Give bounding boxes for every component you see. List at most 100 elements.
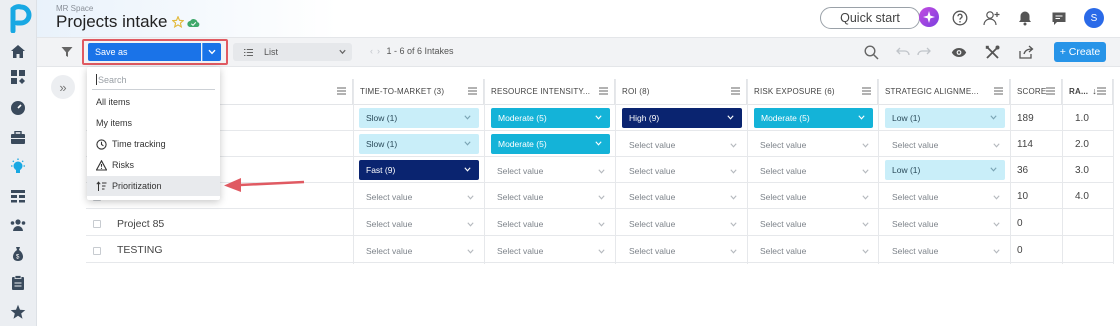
select-value-placeholder[interactable]: Select value: [629, 140, 675, 150]
strategic-alignment-value[interactable]: Low (1): [885, 108, 1005, 128]
score-value: 10: [1017, 191, 1029, 202]
column-header-roi[interactable]: ROI (8): [615, 79, 747, 105]
time-to-market-value[interactable]: Slow (1): [359, 108, 479, 128]
table-icon[interactable]: [8, 186, 28, 206]
add-user-icon[interactable]: [982, 8, 1002, 28]
pagination: ‹ › 1 - 6 of 6 Intakes: [370, 46, 454, 56]
select-value-placeholder[interactable]: Select value: [366, 192, 412, 202]
people-icon[interactable]: [8, 215, 28, 235]
roi-value[interactable]: High (9): [622, 108, 742, 128]
home-icon[interactable]: [8, 41, 28, 61]
save-as-dropdown-menu: Search All items My items Time tracking …: [87, 67, 220, 200]
select-value-placeholder[interactable]: Select value: [892, 140, 938, 150]
eye-icon[interactable]: [951, 44, 967, 60]
select-value-placeholder[interactable]: Select value: [366, 246, 412, 256]
column-menu-icon[interactable]: [994, 87, 1003, 95]
search-icon[interactable]: [863, 44, 879, 60]
column-header-rank[interactable]: RA... ↓: [1062, 79, 1113, 105]
column-menu-icon[interactable]: [1097, 87, 1106, 95]
next-page-chevron-icon[interactable]: ›: [377, 46, 380, 56]
select-value-placeholder[interactable]: Select value: [497, 192, 543, 202]
view-option-risks[interactable]: Risks: [87, 155, 220, 175]
view-option-my-items[interactable]: My items: [87, 113, 220, 133]
select-value-placeholder[interactable]: Select value: [497, 219, 543, 229]
clipboard-icon[interactable]: [8, 273, 28, 293]
view-option-all-items[interactable]: All items: [87, 92, 220, 112]
select-value-placeholder[interactable]: Select value: [629, 192, 675, 202]
row-checkbox[interactable]: [93, 220, 101, 228]
view-option-time-tracking[interactable]: Time tracking: [87, 134, 220, 154]
select-value-placeholder[interactable]: Select value: [629, 246, 675, 256]
redo-icon[interactable]: [916, 44, 932, 60]
quick-start-button[interactable]: Quick start: [820, 7, 920, 29]
select-value-placeholder[interactable]: Select value: [760, 246, 806, 256]
money-bag-icon[interactable]: $: [8, 244, 28, 264]
view-selector[interactable]: List: [233, 43, 352, 61]
filter-icon[interactable]: [61, 46, 73, 58]
row-checkbox[interactable]: [93, 247, 101, 255]
dashboard-icon[interactable]: [8, 67, 28, 87]
undo-icon[interactable]: [895, 44, 911, 60]
column-header-score[interactable]: SCORE: [1010, 79, 1062, 105]
select-value-placeholder[interactable]: Select value: [629, 166, 675, 176]
resource-intensity-value[interactable]: Moderate (5): [491, 134, 610, 154]
strategic-alignment-value[interactable]: Low (1): [885, 160, 1005, 180]
create-button[interactable]: + Create: [1054, 42, 1106, 62]
app-root: $ MR Space Projects intake Quick start S…: [0, 0, 1120, 326]
chevron-down-icon: [727, 115, 734, 120]
column-menu-icon[interactable]: [862, 87, 871, 95]
name-column-header[interactable]: [220, 79, 353, 105]
expand-panel-icon[interactable]: »: [51, 75, 75, 99]
column-menu-icon[interactable]: [731, 87, 740, 95]
column-header-resource-intensity[interactable]: RESOURCE INTENSITY...: [484, 79, 615, 105]
column-menu-icon[interactable]: [468, 87, 477, 95]
favorite-star-icon[interactable]: [172, 16, 184, 28]
view-option-label: All items: [96, 97, 131, 107]
time-to-market-value[interactable]: Slow (1): [359, 134, 479, 154]
prev-page-chevron-icon[interactable]: ‹: [370, 46, 373, 56]
select-value-placeholder[interactable]: Select value: [760, 140, 806, 150]
column-header-strategic-alignment[interactable]: STRATEGIC ALIGNME...: [878, 79, 1010, 105]
gauge-icon[interactable]: [8, 98, 28, 118]
star-nav-icon[interactable]: [8, 302, 28, 322]
project-name[interactable]: Project 85: [117, 218, 164, 230]
column-menu-icon[interactable]: [599, 87, 608, 95]
select-value-placeholder[interactable]: Select value: [366, 219, 412, 229]
help-icon[interactable]: [950, 8, 970, 28]
idea-bulb-icon[interactable]: [8, 157, 28, 177]
select-value-placeholder[interactable]: Select value: [629, 219, 675, 229]
column-header-risk-exposure[interactable]: RISK EXPOSURE (6): [747, 79, 878, 105]
risk-exposure-value[interactable]: Moderate (5): [754, 108, 873, 128]
select-value-placeholder[interactable]: Select value: [892, 246, 938, 256]
column-menu-icon[interactable]: [337, 87, 346, 95]
select-value-placeholder[interactable]: Select value: [497, 246, 543, 256]
column-divider: [1062, 79, 1063, 264]
list-view-icon: [244, 48, 253, 56]
chevron-down-icon: [862, 195, 869, 200]
select-value-placeholder[interactable]: Select value: [760, 219, 806, 229]
views-search-input[interactable]: Search: [92, 70, 215, 90]
pill-label: Moderate (5): [498, 139, 547, 149]
ai-assistant-icon[interactable]: [919, 7, 939, 27]
user-avatar[interactable]: S: [1084, 8, 1104, 28]
resource-intensity-value[interactable]: Moderate (5): [491, 108, 610, 128]
select-value-placeholder[interactable]: Select value: [497, 166, 543, 176]
select-value-placeholder[interactable]: Select value: [760, 192, 806, 202]
column-menu-icon[interactable]: [1046, 87, 1055, 95]
chevron-down-icon: [467, 195, 474, 200]
briefcase-icon[interactable]: [8, 128, 28, 148]
messages-icon[interactable]: [1049, 8, 1069, 28]
notifications-bell-icon[interactable]: [1015, 8, 1035, 28]
share-icon[interactable]: [1018, 44, 1034, 60]
chevron-down-icon: [858, 115, 865, 120]
app-logo[interactable]: [5, 3, 33, 33]
project-name[interactable]: TESTING: [117, 244, 163, 256]
select-value-placeholder[interactable]: Select value: [892, 219, 938, 229]
select-value-placeholder[interactable]: Select value: [760, 166, 806, 176]
tools-icon[interactable]: [984, 44, 1000, 60]
time-to-market-value[interactable]: Fast (9): [359, 160, 479, 180]
view-option-prioritization[interactable]: Prioritization: [87, 176, 220, 196]
chevron-down-icon: [598, 169, 605, 174]
column-header-time-to-market[interactable]: TIME-TO-MARKET (3): [353, 79, 484, 105]
select-value-placeholder[interactable]: Select value: [892, 192, 938, 202]
